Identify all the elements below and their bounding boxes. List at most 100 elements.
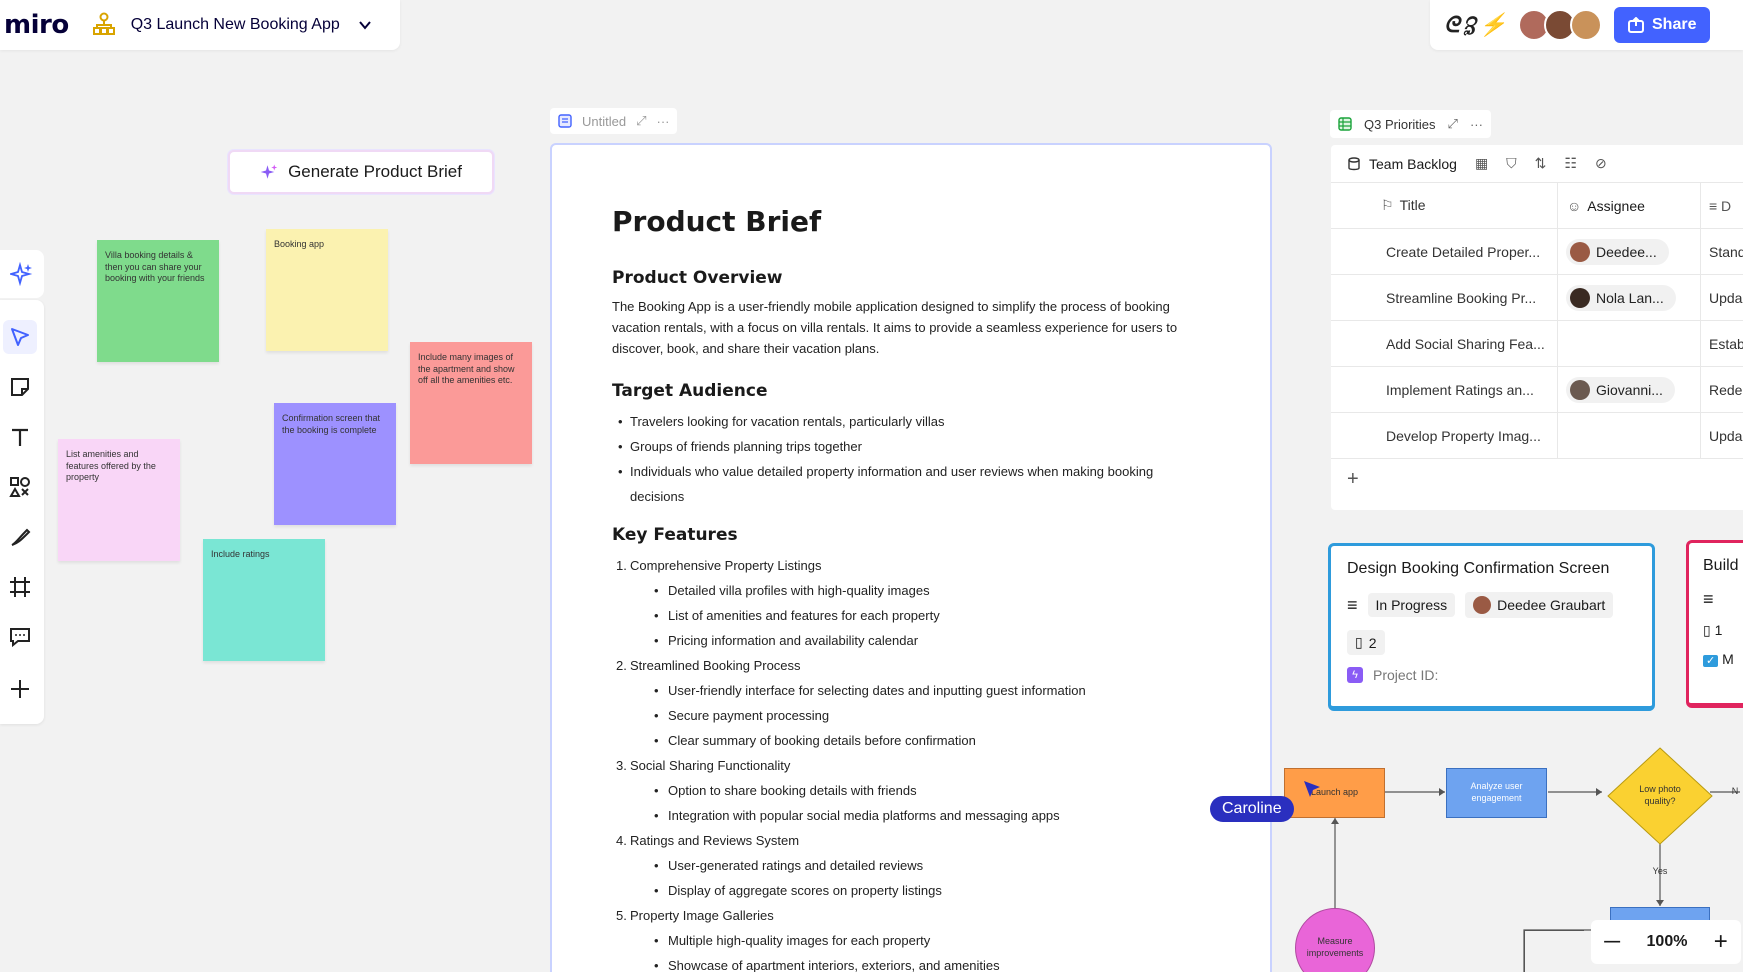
flow-node-launch[interactable]: Launch app <box>1284 768 1385 818</box>
share-icon <box>1628 17 1644 33</box>
doc-header: Untitled ⤢ ··· <box>550 108 678 134</box>
shapes-tool[interactable] <box>3 470 37 504</box>
task-card[interactable]: Build ≡ ▯ 1 ✓ M <box>1686 540 1743 708</box>
card-title: Design Booking Confirmation Screen <box>1347 560 1610 577</box>
sparkle-icon <box>260 164 278 179</box>
more-tools[interactable] <box>3 672 37 706</box>
collaborator-avatars[interactable] <box>1518 9 1602 41</box>
overview-text: The Booking App is a user-friendly mobil… <box>612 299 1178 356</box>
list-item: List of amenities and features for each … <box>630 603 1210 628</box>
flow-node-partial <box>1524 930 1584 972</box>
avatar[interactable] <box>1570 9 1602 41</box>
status-badge[interactable]: In Progress <box>1367 593 1456 617</box>
list-item: Showcase of apartment interiors, exterio… <box>630 953 1210 972</box>
checkbox-icon: ✓ <box>1703 655 1719 667</box>
ai-assist-tool[interactable] <box>0 250 44 298</box>
text-tool[interactable] <box>3 420 37 454</box>
more-icon[interactable]: ··· <box>1470 117 1483 132</box>
cursor-pointer-icon <box>1304 781 1320 797</box>
comment-icon <box>10 628 30 648</box>
select-tool[interactable] <box>3 320 37 354</box>
description-column-header[interactable]: ≡ D <box>1709 198 1731 214</box>
left-toolbar <box>0 300 44 724</box>
generate-product-brief-button[interactable]: Generate Product Brief <box>228 150 494 194</box>
expand-icon[interactable]: ⤢ <box>1448 116 1458 132</box>
assignee-chip[interactable]: Deedee... <box>1566 238 1669 265</box>
table-header-title[interactable]: Q3 Priorities <box>1364 117 1436 132</box>
list-item: User-friendly interface for selecting da… <box>630 678 1210 703</box>
flow-node-analyze[interactable]: Analyze user engagement <box>1446 768 1547 818</box>
sticky-note[interactable]: Booking app <box>266 229 388 351</box>
feature-item: 4.Ratings and Reviews System User-genera… <box>612 828 1210 903</box>
sticky-note-icon <box>11 378 29 396</box>
generate-label: Generate Product Brief <box>288 162 462 181</box>
assignee-chip[interactable]: Deedee Graubart <box>1465 592 1614 618</box>
table-row[interactable]: Streamline Booking Pr... Nola Lan... Upd… <box>1331 275 1743 321</box>
overview-heading: Product Overview <box>612 268 783 288</box>
list-item: User-generated ratings and detailed revi… <box>630 853 1210 878</box>
comment-tool[interactable] <box>3 620 37 654</box>
product-brief-doc[interactable]: Product Brief Product Overview The Booki… <box>550 143 1272 972</box>
share-button[interactable]: Share <box>1614 7 1711 43</box>
list-item: Multiple high-quality images for each pr… <box>630 928 1210 953</box>
chevron-down-icon[interactable] <box>358 18 372 32</box>
more-icon[interactable]: ··· <box>656 114 669 129</box>
assignee-chip[interactable]: Nola Lan... <box>1566 284 1676 311</box>
person-icon: ☺ <box>1567 197 1582 214</box>
features-heading: Key Features <box>612 525 738 545</box>
flow-node-decision[interactable]: Low photo quality? <box>1607 747 1713 845</box>
table-row[interactable]: Create Detailed Proper... Deedee... Stan… <box>1331 229 1743 275</box>
pen-tool[interactable] <box>3 520 37 554</box>
zoom-level[interactable]: 100% <box>1647 933 1688 951</box>
doc-title: Product Brief <box>612 205 822 238</box>
table-icon <box>1338 117 1352 131</box>
add-row-button[interactable]: + <box>1331 459 1743 499</box>
sticky-note[interactable]: List amenities and features offered by t… <box>58 439 180 561</box>
filter-icon[interactable]: ⛉ <box>1506 155 1517 172</box>
sticky-note[interactable]: Confirmation screen that the booking is … <box>274 403 396 525</box>
list-item: Detailed villa profiles with high-qualit… <box>630 578 1210 603</box>
hide-fields-icon[interactable]: ⊘ <box>1595 155 1607 172</box>
sticky-note[interactable]: Include ratings <box>203 539 325 661</box>
group-icon[interactable]: ☷ <box>1564 155 1577 172</box>
assignee-column-header[interactable]: ☺ Assignee <box>1567 198 1645 214</box>
feature-item: 5.Property Image Galleries Multiple high… <box>612 903 1210 972</box>
features-list: 1.Comprehensive Property Listings Detail… <box>612 553 1210 972</box>
board-title[interactable]: Q3 Launch New Booking App <box>131 16 340 34</box>
sort-icon[interactable]: ⇅ <box>1535 155 1547 172</box>
table-header: Q3 Priorities ⤢ ··· <box>1330 110 1491 138</box>
table-row[interactable]: Develop Property Imag... Upda <box>1331 413 1743 459</box>
list-item: Groups of friends planning trips togethe… <box>612 434 1210 459</box>
sticky-note-tool[interactable] <box>3 370 37 404</box>
checkbox-item[interactable]: ✓ M <box>1703 651 1743 667</box>
audience-list: Travelers looking for vacation rentals, … <box>612 409 1210 509</box>
frame-icon <box>10 577 30 597</box>
expand-icon[interactable]: ⤢ <box>636 113 646 129</box>
feature-item: 1.Comprehensive Property Listings Detail… <box>612 553 1210 653</box>
doc-header-title[interactable]: Untitled <box>582 114 626 129</box>
sticky-note[interactable]: Villa booking details & then you can sha… <box>97 240 219 362</box>
subtask-count[interactable]: ▯ 2 <box>1347 630 1385 655</box>
flow-label-no: N <box>1731 786 1739 797</box>
table-header-row: ⚐ Title ☺ Assignee ≡ D <box>1331 183 1743 229</box>
table-row[interactable]: Implement Ratings an... Giovanni... Rede <box>1331 367 1743 413</box>
list-item: Clear summary of booking details before … <box>630 728 1210 753</box>
miro-logo[interactable]: miro <box>4 10 69 40</box>
zoom-in-button[interactable]: + <box>1714 928 1728 956</box>
view-selector[interactable]: Team Backlog <box>1347 156 1457 172</box>
grid-view-icon[interactable]: ▦ <box>1475 155 1488 172</box>
sticky-note[interactable]: Include many images of the apartment and… <box>410 342 532 464</box>
task-card[interactable]: Design Booking Confirmation Screen ≡ In … <box>1328 543 1655 711</box>
title-column-header[interactable]: ⚐ Title <box>1381 197 1551 214</box>
frame-tool[interactable] <box>3 570 37 604</box>
list-item: Pricing information and availability cal… <box>630 628 1210 653</box>
table-row[interactable]: Add Social Sharing Fea... Estab <box>1331 321 1743 367</box>
avatar <box>1570 287 1590 308</box>
zoom-out-button[interactable]: — <box>1604 933 1620 951</box>
reactions-icon[interactable]: ᘓ ℨ ⚡ <box>1444 12 1512 38</box>
feature-item: 3.Social Sharing Functionality Option to… <box>612 753 1210 828</box>
list-item: Individuals who value detailed property … <box>612 459 1210 509</box>
view-name: Team Backlog <box>1369 155 1457 172</box>
assignee-chip[interactable]: Giovanni... <box>1566 376 1675 403</box>
shapes-icon <box>9 477 30 497</box>
